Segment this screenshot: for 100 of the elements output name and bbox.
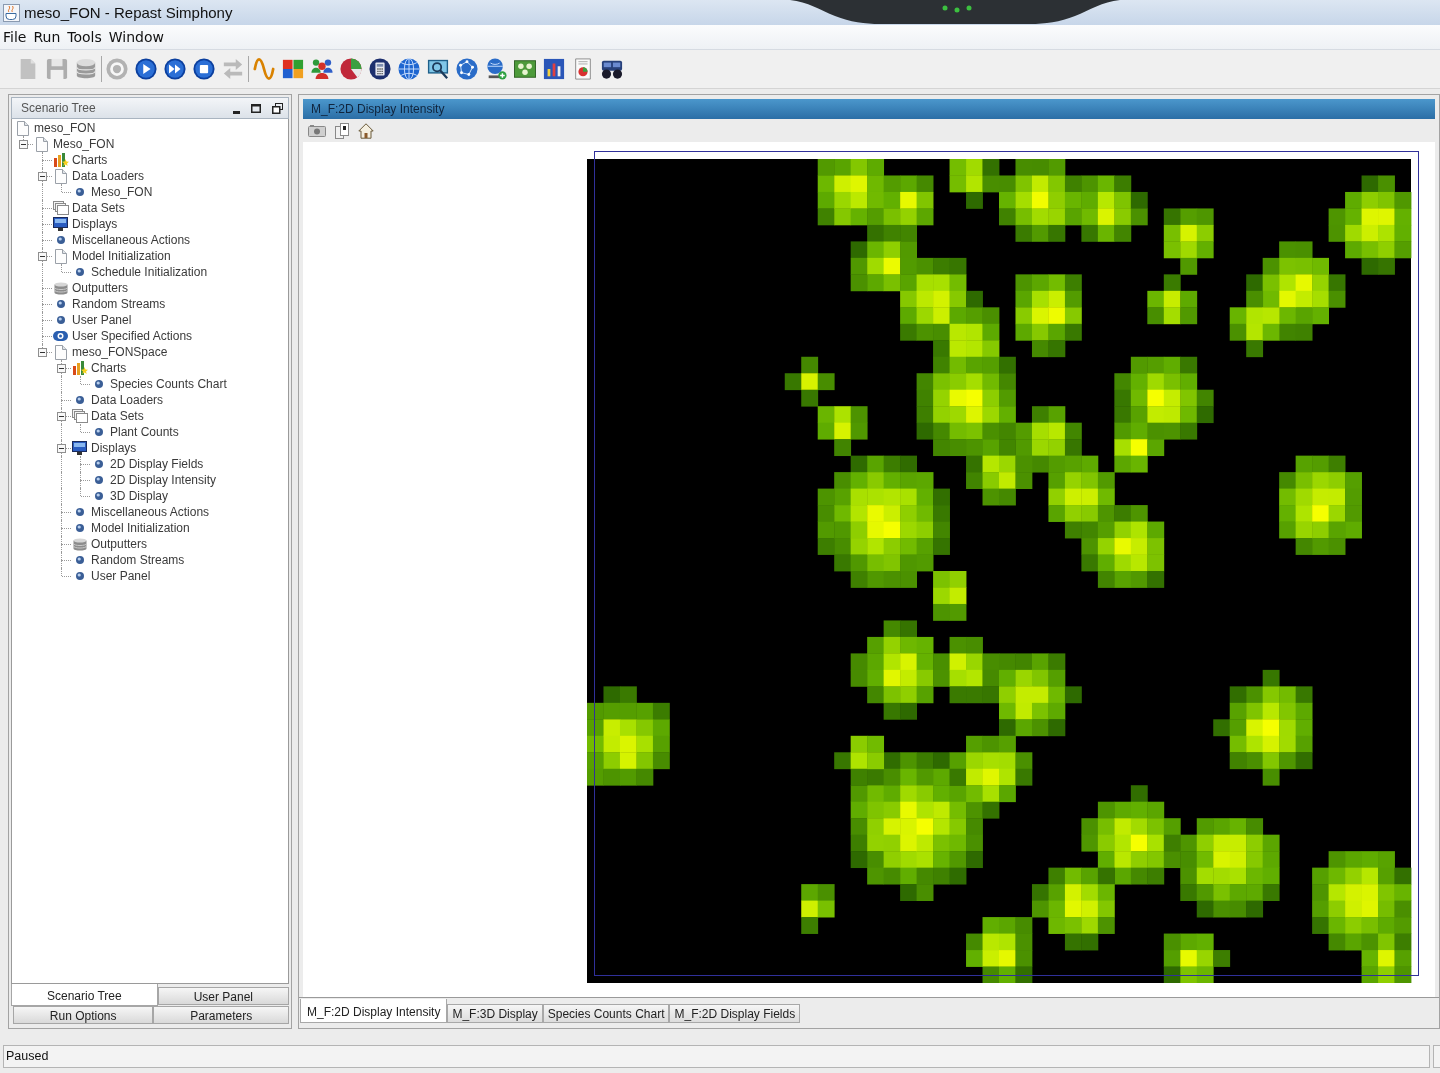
four-squares-icon[interactable] bbox=[282, 58, 304, 80]
panel-tab[interactable]: User Panel bbox=[157, 987, 289, 1005]
tree-item[interactable]: Data Loaders bbox=[52, 168, 145, 184]
tree-item[interactable]: Data Loaders bbox=[71, 392, 164, 408]
sphere-icon bbox=[56, 300, 65, 308]
home-icon[interactable] bbox=[358, 122, 374, 139]
pixel-cluster bbox=[883, 175, 934, 242]
tree-item[interactable]: 2D Display Fields bbox=[90, 456, 204, 472]
restore-icon[interactable] bbox=[272, 102, 283, 114]
page-icon bbox=[54, 344, 67, 360]
database-icon bbox=[53, 281, 68, 295]
minimize-icon[interactable] bbox=[233, 110, 240, 114]
tree-item[interactable]: Meso_FON bbox=[33, 136, 115, 152]
pixel-cluster bbox=[1163, 933, 1231, 983]
sphere-icon bbox=[56, 316, 65, 324]
document-stack-icon[interactable] bbox=[335, 122, 349, 139]
camera-icon[interactable] bbox=[308, 124, 326, 137]
minus-box-icon[interactable] bbox=[38, 172, 47, 181]
bar-chart-icon bbox=[52, 153, 69, 167]
panel-tab[interactable]: Parameters bbox=[153, 1006, 289, 1024]
sphere-icon bbox=[75, 508, 84, 516]
panel-tab[interactable]: Run Options bbox=[13, 1006, 154, 1024]
sphere-icon bbox=[94, 476, 103, 484]
tree-item[interactable]: Displays bbox=[52, 216, 118, 232]
windows-icon bbox=[71, 409, 88, 423]
tree-item[interactable]: meso_FONSpace bbox=[52, 344, 168, 360]
monitor-magnifier-icon[interactable] bbox=[427, 58, 449, 80]
pixel-cluster bbox=[817, 159, 885, 226]
tree-item[interactable]: Miscellaneous Actions bbox=[52, 232, 191, 248]
pie-document-icon[interactable] bbox=[572, 58, 594, 80]
panel-title: Scenario Tree bbox=[21, 101, 97, 115]
play-icon[interactable] bbox=[135, 58, 157, 80]
menu-item[interactable]: Window bbox=[107, 29, 165, 45]
calculator-icon[interactable] bbox=[369, 58, 391, 80]
tree-item[interactable]: Charts bbox=[52, 152, 108, 168]
tree-item[interactable]: Outputters bbox=[52, 280, 129, 296]
tree-item[interactable]: 2D Display Intensity bbox=[90, 472, 217, 488]
tree-item[interactable]: User Panel bbox=[52, 312, 132, 328]
tree-item[interactable]: Miscellaneous Actions bbox=[71, 504, 210, 520]
sphere-icon bbox=[75, 396, 84, 404]
bar-chart-icon bbox=[71, 361, 88, 375]
dot-panel-icon[interactable] bbox=[514, 58, 536, 80]
tree-item[interactable]: User Panel bbox=[71, 568, 151, 584]
tree-item[interactable]: Random Streams bbox=[71, 552, 185, 568]
minus-box-icon[interactable] bbox=[38, 348, 47, 357]
sphere-icon bbox=[94, 460, 103, 468]
display-tab[interactable]: M_F:2D Display Intensity bbox=[300, 999, 448, 1023]
coffee-cup-icon bbox=[3, 3, 20, 22]
tree-item[interactable]: Displays bbox=[71, 440, 137, 456]
minus-box-icon[interactable] bbox=[57, 412, 66, 421]
tree-item[interactable]: Model Initialization bbox=[52, 248, 171, 264]
sphere-icon bbox=[56, 236, 65, 244]
display-tab[interactable]: Species Counts Chart bbox=[542, 1004, 670, 1023]
tree-item[interactable]: Meso_FON bbox=[71, 184, 153, 200]
people-icon[interactable] bbox=[311, 58, 333, 80]
pixel-cluster bbox=[1081, 175, 1148, 242]
menu-item[interactable]: Run bbox=[32, 29, 62, 45]
tree-item[interactable]: Model Initialization bbox=[71, 520, 190, 536]
display-tab[interactable]: M_F:3D Display bbox=[447, 1004, 543, 1023]
pixel-cluster bbox=[850, 224, 917, 292]
tree-item[interactable]: Species Counts Chart bbox=[90, 376, 227, 392]
windows-icon bbox=[52, 201, 69, 215]
minus-box-icon[interactable] bbox=[57, 364, 66, 373]
stop-icon[interactable] bbox=[193, 58, 215, 80]
panel-tab[interactable]: Scenario Tree bbox=[11, 984, 158, 1006]
monitor-icon bbox=[72, 441, 87, 455]
page-icon bbox=[54, 168, 67, 184]
tree-item[interactable]: User Specified Actions bbox=[52, 328, 193, 344]
pie-sphere-icon[interactable] bbox=[340, 58, 362, 80]
tree-item[interactable]: 3D Display bbox=[90, 488, 169, 504]
globe-plus-icon[interactable] bbox=[485, 58, 507, 80]
tree-item[interactable]: meso_FON bbox=[14, 120, 96, 136]
page-icon bbox=[35, 136, 48, 152]
minus-box-icon[interactable] bbox=[38, 252, 47, 261]
fast-forward-icon[interactable] bbox=[164, 58, 186, 80]
binoculars-icon[interactable] bbox=[601, 58, 623, 80]
tree-item[interactable]: Charts bbox=[71, 360, 127, 376]
tree-item[interactable]: Data Sets bbox=[71, 408, 144, 424]
network-globe-icon[interactable] bbox=[456, 58, 478, 80]
menu-item[interactable]: File bbox=[2, 29, 28, 45]
tree-item[interactable]: Data Sets bbox=[52, 200, 125, 216]
display-title: M_F:2D Display Intensity bbox=[311, 102, 445, 116]
pixel-cluster bbox=[801, 884, 835, 934]
minus-box-icon[interactable] bbox=[57, 444, 66, 453]
database-icon bbox=[72, 537, 87, 551]
tree-item[interactable]: Outputters bbox=[71, 536, 148, 552]
menu-item[interactable]: Tools bbox=[66, 29, 103, 45]
display-tab[interactable]: M_F:2D Display Fields bbox=[669, 1004, 801, 1023]
tree-item[interactable]: Plant Counts bbox=[90, 424, 179, 440]
bar-panel-icon[interactable] bbox=[543, 58, 565, 80]
tree-item[interactable]: Random Streams bbox=[52, 296, 166, 312]
minus-box-icon[interactable] bbox=[19, 140, 28, 149]
globe-icon[interactable] bbox=[398, 58, 420, 80]
sphere-icon bbox=[94, 492, 103, 500]
sphere-icon bbox=[94, 380, 103, 388]
sphere-icon bbox=[75, 524, 84, 532]
page-icon bbox=[54, 248, 67, 264]
maximize-icon[interactable] bbox=[251, 103, 261, 113]
sine-wave-icon[interactable] bbox=[253, 58, 275, 80]
tree-item[interactable]: Schedule Initialization bbox=[71, 264, 208, 280]
